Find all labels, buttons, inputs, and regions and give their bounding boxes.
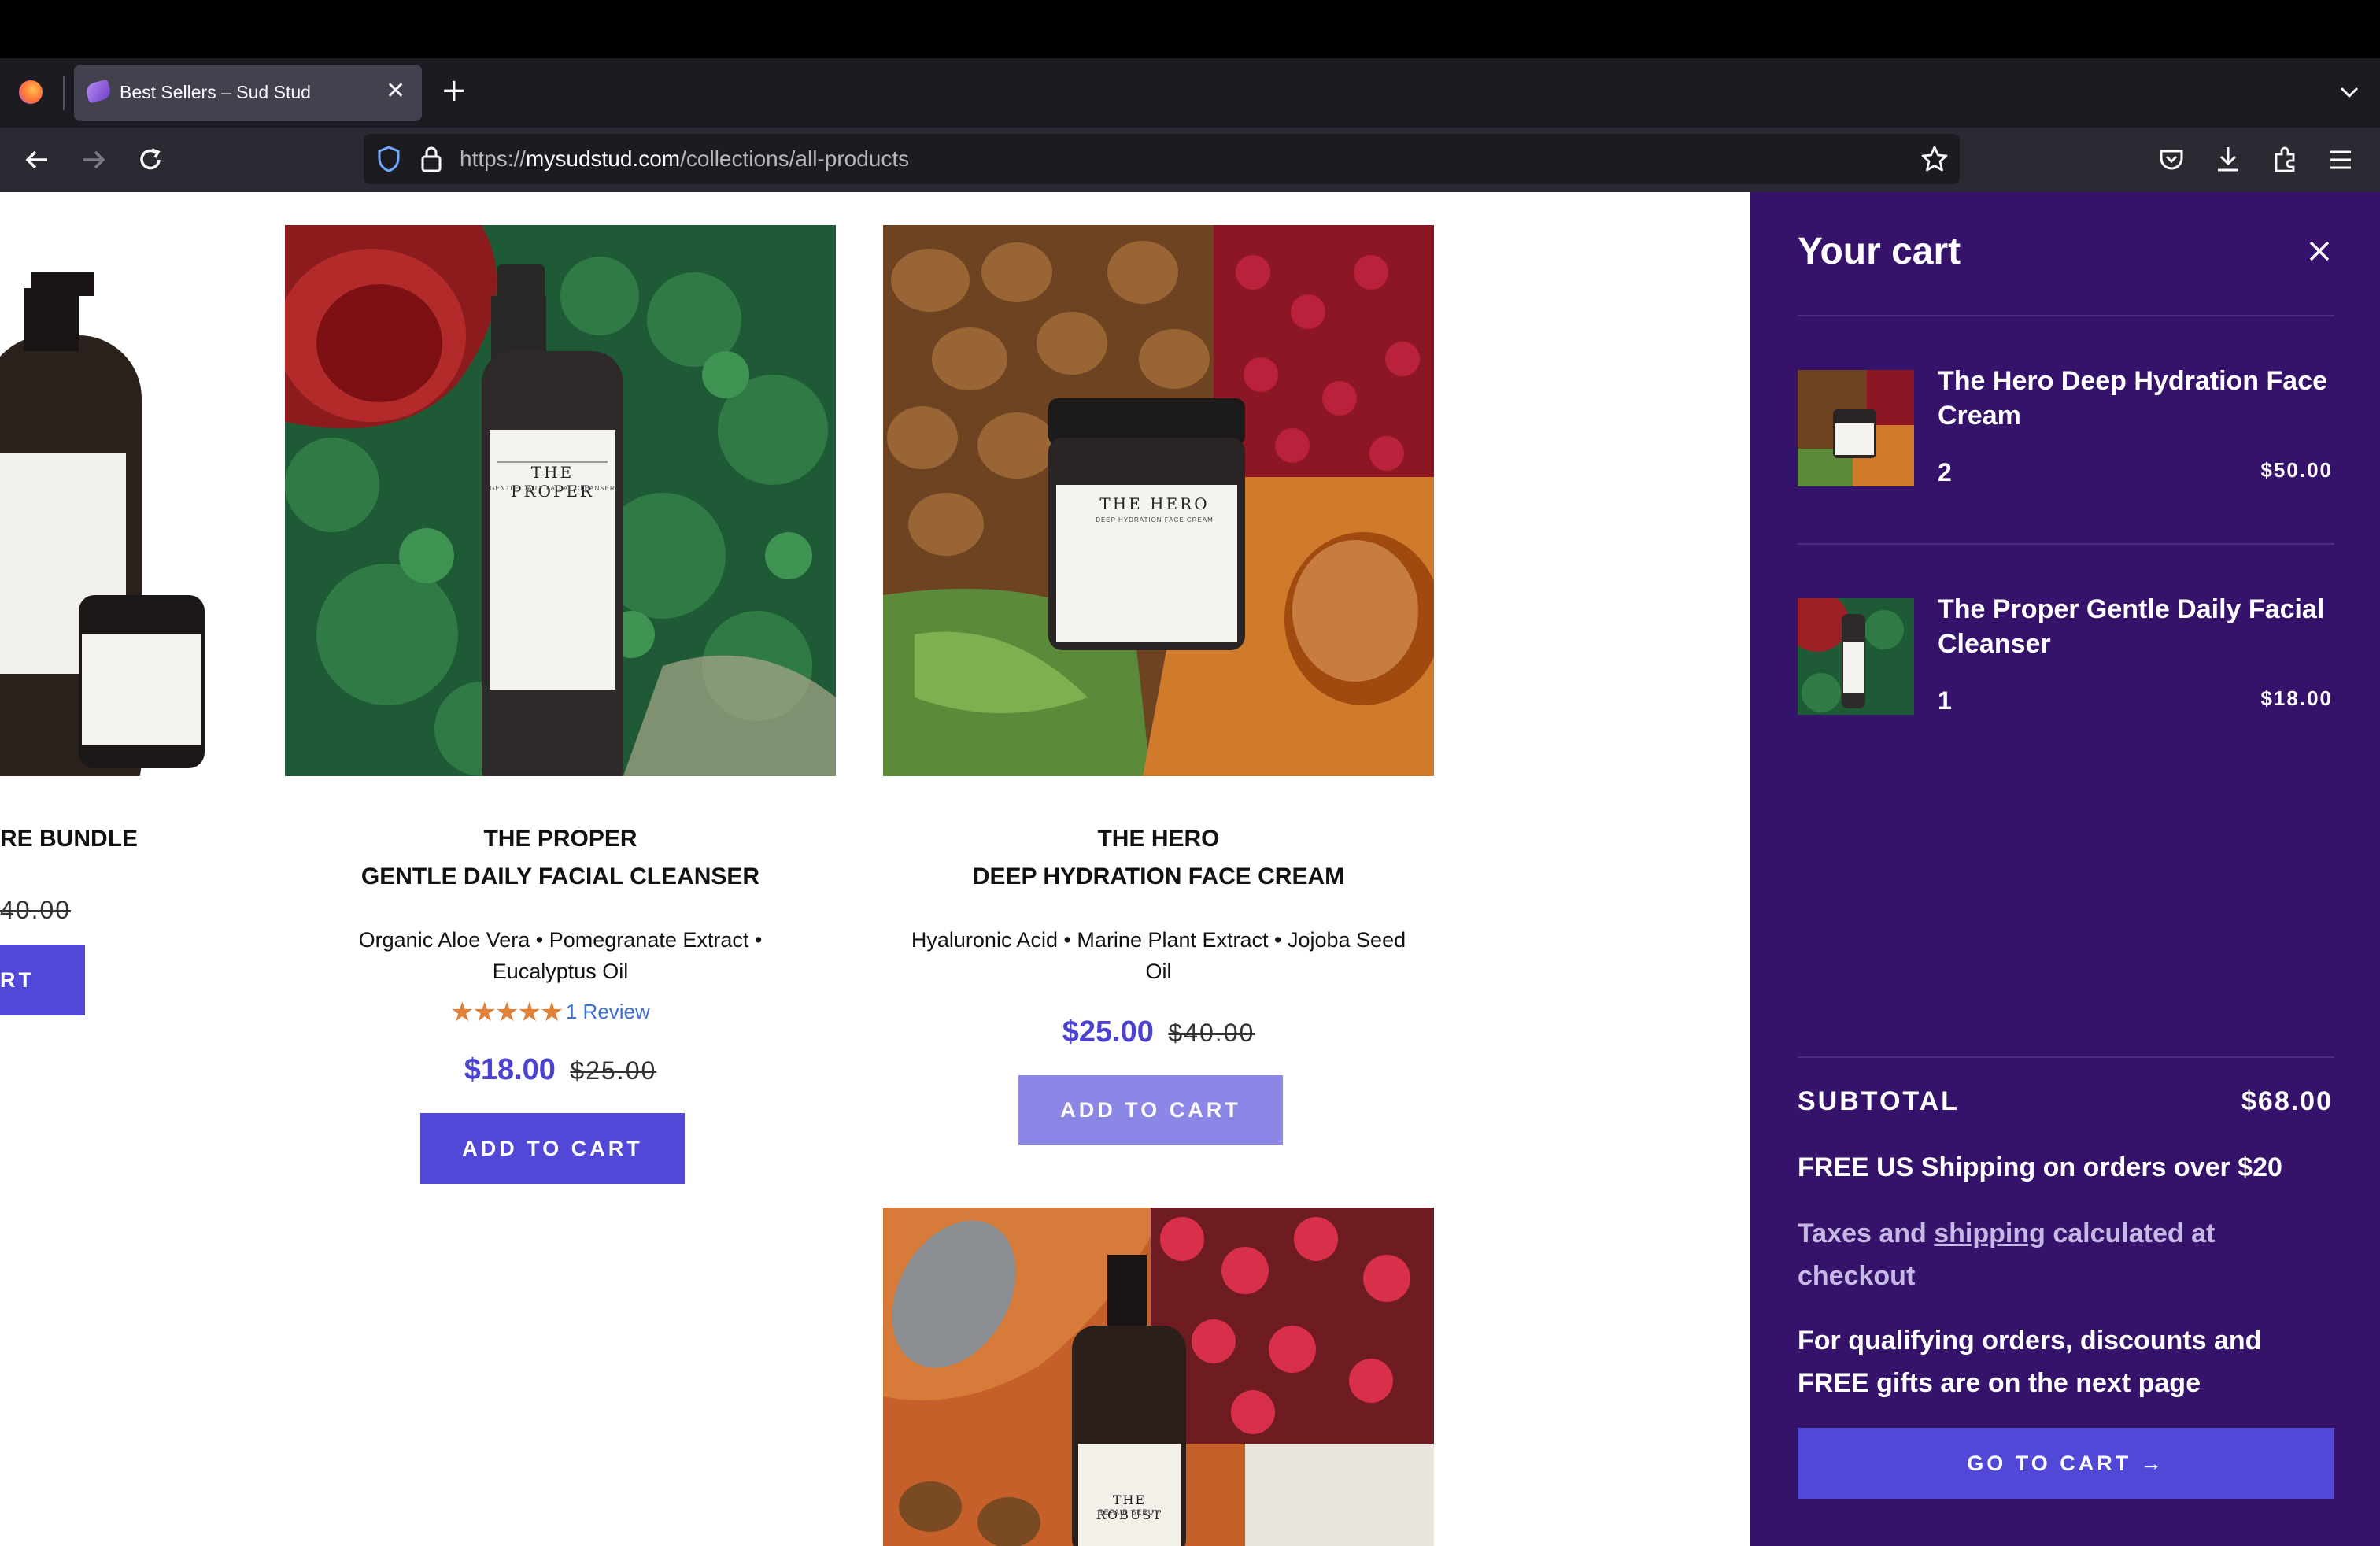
- product-title-line2: DEEP HYDRATION FACE CREAM: [972, 864, 1345, 890]
- reload-icon[interactable]: [137, 146, 164, 177]
- taxes-note-text: Taxes and: [1798, 1219, 1935, 1248]
- new-tab-icon[interactable]: +: [441, 72, 468, 109]
- product-title-line1: THE PROPER: [483, 826, 638, 852]
- subtotal-value: $68.00: [2241, 1086, 2333, 1116]
- original-price: $25.00: [570, 1056, 657, 1085]
- sale-price: $18.00: [464, 1053, 556, 1086]
- product-image-the-proper[interactable]: [285, 225, 836, 776]
- star-rating[interactable]: ★★★★★ 1 Review: [450, 997, 650, 1028]
- jar-sublabel-the-hero: DEEP HYDRATION FACE CREAM: [1096, 516, 1214, 523]
- product-title-the-proper[interactable]: THE PROPER GENTLE DAILY FACIAL CLEANSER: [285, 820, 836, 896]
- bottle-label-the-robust: THE ROBUST: [1096, 1492, 1163, 1522]
- pocket-icon[interactable]: [2158, 146, 2185, 177]
- firefox-icon[interactable]: [19, 80, 42, 104]
- product-description-the-hero: Hyaluronic Acid • Marine Plant Extract •…: [911, 928, 1406, 983]
- close-tab-icon[interactable]: ✕: [386, 77, 405, 105]
- cart-item-quantity: 1: [1938, 686, 1952, 715]
- qualifying-orders-note: For qualifying orders, discounts and FRE…: [1798, 1326, 2262, 1398]
- shipping-note: FREE US Shipping on orders over $20: [1798, 1152, 2282, 1182]
- cart-item-price: $18.00: [2260, 686, 2333, 710]
- cart-item-thumbnail[interactable]: [1798, 598, 1914, 715]
- star-rating-stars: ★★★★★: [450, 997, 564, 1028]
- cart-summary-divider: [1798, 1056, 2334, 1058]
- product-title-line1: THE HERO: [1097, 826, 1220, 852]
- cart-item-name[interactable]: The Proper Gentle Daily Facial Cleanser: [1938, 592, 2331, 661]
- product-description-the-proper: Organic Aloe Vera • Pomegranate Extract …: [358, 928, 763, 983]
- cart-item-price: $50.00: [2260, 458, 2333, 482]
- add-to-cart-button-the-proper[interactable]: ADD TO CART: [420, 1113, 685, 1184]
- shipping-policy-link[interactable]: shipping: [1934, 1219, 2046, 1248]
- extensions-icon[interactable]: [2271, 145, 2298, 177]
- cart-divider: [1798, 315, 2334, 316]
- subtotal-label: SUBTOTAL: [1798, 1086, 1960, 1116]
- tab-title: Best Sellers – Sud Stud: [120, 82, 311, 102]
- bookmark-star-icon[interactable]: [1920, 145, 1949, 177]
- menu-hamburger-icon[interactable]: [2328, 148, 2353, 176]
- cart-item-quantity: 2: [1938, 458, 1952, 486]
- product-title-line2: GENTLE DAILY FACIAL CLEANSER: [360, 864, 760, 890]
- original-price: $40.00: [1168, 1019, 1255, 1047]
- go-to-cart-button[interactable]: GO TO CART →: [1798, 1428, 2334, 1499]
- cart-divider: [1798, 543, 2334, 545]
- product-title-partial[interactable]: RE BUNDLE: [0, 820, 138, 858]
- cart-item-name[interactable]: The Hero Deep Hydration Face Cream: [1938, 364, 2331, 433]
- review-count-link[interactable]: 1 Review: [566, 1000, 650, 1023]
- lock-icon[interactable]: [420, 145, 442, 177]
- product-title-the-hero[interactable]: THE HERO DEEP HYDRATION FACE CREAM: [883, 820, 1434, 896]
- bottle-sublabel-the-proper: GENTLE DAILY FACIAL CLEANSER: [490, 485, 615, 492]
- bottle-label-the-proper: THE PROPER: [510, 463, 595, 501]
- tab-divider: [63, 76, 65, 110]
- list-all-tabs-icon[interactable]: [2338, 80, 2361, 108]
- jar-label-the-hero: THE HERO: [1099, 494, 1210, 513]
- close-cart-icon[interactable]: [2308, 239, 2331, 267]
- bottle-sublabel-the-robust: REPAIR SERUM: [1098, 1508, 1161, 1516]
- taxes-note: Taxes and shipping calculated at checkou…: [1798, 1212, 2286, 1297]
- forward-icon[interactable]: [80, 146, 107, 177]
- add-to-cart-button-partial[interactable]: RT: [0, 945, 85, 1015]
- back-icon[interactable]: [24, 146, 50, 177]
- os-menu-bar: [0, 0, 2380, 58]
- add-to-cart-button-the-hero[interactable]: ADD TO CART: [1018, 1075, 1283, 1145]
- url-text[interactable]: https://mysudstud.com/collections/all-pr…: [460, 146, 909, 172]
- tracking-protection-shield-icon[interactable]: [376, 145, 401, 177]
- downloads-icon[interactable]: [2215, 145, 2241, 177]
- cart-item-thumbnail[interactable]: [1798, 370, 1914, 486]
- price-row-the-proper: $18.00 $25.00: [285, 1053, 836, 1087]
- product-image-partial[interactable]: [0, 225, 236, 776]
- price-row-the-hero: $25.00 $40.00: [883, 1015, 1434, 1049]
- sale-price: $25.00: [1062, 1015, 1154, 1049]
- product-old-price-partial: 40.00: [0, 896, 72, 924]
- cart-title: Your cart: [1798, 231, 1961, 272]
